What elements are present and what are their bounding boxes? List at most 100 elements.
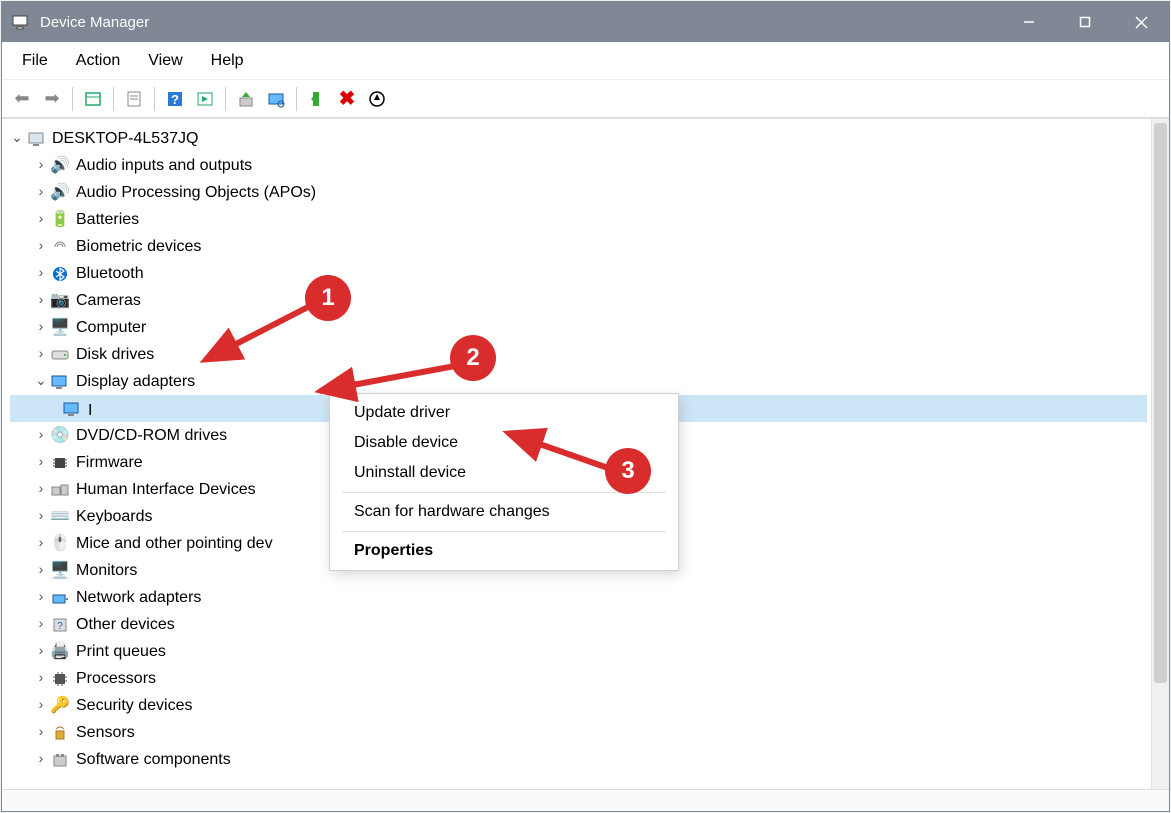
annotation-arrow-3: [498, 423, 618, 478]
menu-file[interactable]: File: [10, 48, 60, 74]
keyboard-icon: ⌨️: [50, 507, 70, 527]
tree-item-label: Software components: [76, 747, 231, 773]
tree-item-print[interactable]: 🖨️Print queues: [10, 638, 1147, 665]
scrollbar-thumb[interactable]: [1154, 123, 1167, 683]
monitor-icon: 🖥️: [50, 318, 70, 338]
chevron-right-icon[interactable]: [34, 664, 48, 693]
bluetooth-icon: [50, 264, 70, 284]
speaker-icon: 🔊: [50, 183, 70, 203]
tree-item-label: Other devices: [76, 612, 175, 638]
chip-icon: [50, 669, 70, 689]
chevron-right-icon[interactable]: [34, 313, 48, 342]
tree-item-security[interactable]: 🔑Security devices: [10, 692, 1147, 719]
tree-item-bluetooth[interactable]: Bluetooth: [10, 260, 1147, 287]
tree-item-label: Mice and other pointing dev: [76, 531, 273, 557]
tree-item-processors[interactable]: Processors: [10, 665, 1147, 692]
chevron-right-icon[interactable]: [34, 151, 48, 180]
action-button[interactable]: [191, 85, 219, 113]
uninstall-device-button[interactable]: ✖: [333, 85, 361, 113]
tree-item-computer[interactable]: 🖥️Computer: [10, 314, 1147, 341]
chevron-right-icon[interactable]: [34, 583, 48, 612]
tree-item-biometric[interactable]: Biometric devices: [10, 233, 1147, 260]
forward-button[interactable]: ➡: [38, 85, 66, 113]
arrow-left-icon: ⬅: [14, 88, 29, 109]
disable-device-button[interactable]: [363, 85, 391, 113]
chevron-right-icon[interactable]: [34, 502, 48, 531]
chevron-right-icon[interactable]: [34, 610, 48, 639]
display-adapter-icon: [50, 372, 70, 392]
toolbar-separator: [72, 87, 73, 111]
tree-item-other[interactable]: ? Other devices: [10, 611, 1147, 638]
tree-item-apo[interactable]: 🔊Audio Processing Objects (APOs): [10, 179, 1147, 206]
context-separator: [342, 531, 666, 532]
chevron-right-icon[interactable]: [34, 286, 48, 315]
chevron-right-icon[interactable]: [34, 529, 48, 558]
annotation-badge-2: 2: [450, 335, 496, 381]
vertical-scrollbar[interactable]: [1151, 119, 1169, 789]
chevron-right-icon[interactable]: [34, 178, 48, 207]
chevron-right-icon[interactable]: [34, 745, 48, 774]
dvd-icon: 💿: [50, 426, 70, 446]
hid-icon: [50, 480, 70, 500]
chevron-right-icon[interactable]: [34, 421, 48, 450]
chevron-right-icon[interactable]: [34, 691, 48, 720]
tree-item-label: Batteries: [76, 207, 139, 233]
menu-view[interactable]: View: [136, 48, 194, 74]
enable-device-button[interactable]: [303, 85, 331, 113]
tree-root[interactable]: DESKTOP-4L537JQ: [10, 125, 1147, 152]
chip-icon: [50, 453, 70, 473]
disk-icon: [50, 345, 70, 365]
tree-item-disk-drives[interactable]: Disk drives: [10, 341, 1147, 368]
minimize-button[interactable]: [1001, 2, 1057, 42]
mouse-icon: 🖱️: [50, 534, 70, 554]
context-scan-hardware[interactable]: Scan for hardware changes: [330, 497, 678, 527]
menu-help[interactable]: Help: [199, 48, 256, 74]
chevron-right-icon[interactable]: [34, 448, 48, 477]
chevron-down-icon[interactable]: [34, 367, 48, 396]
show-hide-console-button[interactable]: [79, 85, 107, 113]
annotation-arrow-2: [310, 358, 465, 403]
tree-item-label: Display adapters: [76, 369, 195, 395]
maximize-button[interactable]: [1057, 2, 1113, 42]
tree-item-label: I: [88, 398, 288, 420]
tree-item-label: Audio inputs and outputs: [76, 153, 252, 179]
context-properties[interactable]: Properties: [330, 536, 678, 566]
svg-text:?: ?: [57, 621, 63, 632]
svg-text:?: ?: [171, 92, 179, 107]
key-icon: 🔑: [50, 696, 70, 716]
update-driver-button[interactable]: [232, 85, 260, 113]
menu-action[interactable]: Action: [64, 48, 132, 74]
scan-hardware-button[interactable]: [262, 85, 290, 113]
window-controls: [1001, 2, 1169, 42]
help-button[interactable]: ?: [161, 85, 189, 113]
chevron-right-icon[interactable]: [34, 232, 48, 261]
display-adapter-icon: [62, 399, 82, 419]
arrow-right-icon: ➡: [44, 88, 59, 109]
sensor-icon: [50, 723, 70, 743]
chevron-right-icon[interactable]: [34, 205, 48, 234]
tree-item-network[interactable]: Network adapters: [10, 584, 1147, 611]
tree-item-batteries[interactable]: 🔋Batteries: [10, 206, 1147, 233]
tree-item-label: Biometric devices: [76, 234, 201, 260]
question-icon: ?: [50, 615, 70, 635]
chevron-right-icon[interactable]: [34, 259, 48, 288]
toolbar-separator: [154, 87, 155, 111]
tree-item-sensors[interactable]: Sensors: [10, 719, 1147, 746]
chevron-right-icon[interactable]: [34, 637, 48, 666]
tree-item-audio-inputs[interactable]: 🔊Audio inputs and outputs: [10, 152, 1147, 179]
x-icon: ✖: [339, 86, 356, 111]
chevron-down-icon[interactable]: [10, 124, 24, 153]
tree-item-cameras[interactable]: 📷Cameras: [10, 287, 1147, 314]
toolbar-separator: [296, 87, 297, 111]
chevron-right-icon[interactable]: [34, 556, 48, 585]
back-button[interactable]: ⬅: [8, 85, 36, 113]
chevron-right-icon[interactable]: [34, 340, 48, 369]
printer-icon: 🖨️: [50, 642, 70, 662]
close-button[interactable]: [1113, 2, 1169, 42]
chevron-right-icon[interactable]: [34, 718, 48, 747]
app-icon: [10, 12, 30, 32]
properties-button[interactable]: [120, 85, 148, 113]
tree-item-software[interactable]: Software components: [10, 746, 1147, 773]
tree-item-display-adapters[interactable]: Display adapters: [10, 368, 1147, 395]
chevron-right-icon[interactable]: [34, 475, 48, 504]
